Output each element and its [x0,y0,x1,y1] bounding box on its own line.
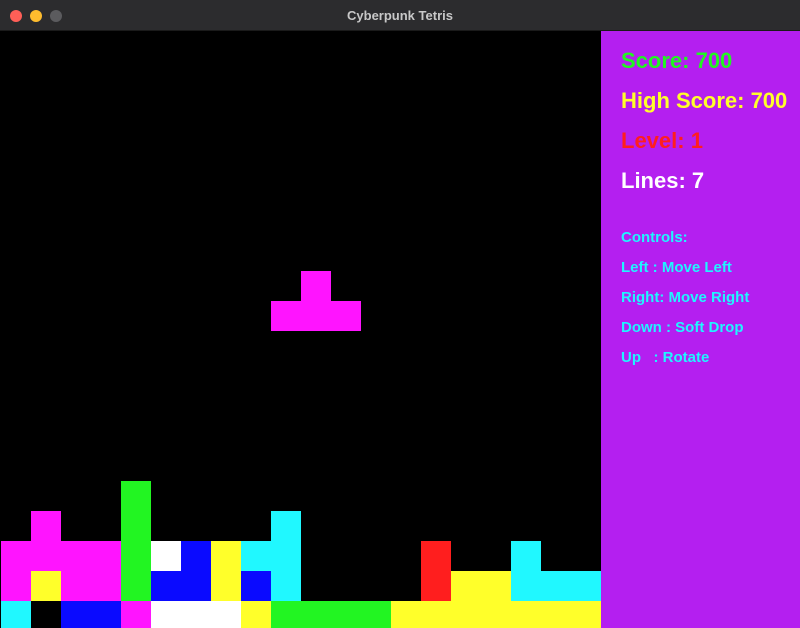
locked-block [121,541,151,571]
locked-block [301,601,331,628]
locked-block [91,571,121,601]
locked-block [211,541,241,571]
locked-block [121,571,151,601]
locked-block [121,511,151,541]
control-item-down: Down : Soft Drop [621,319,744,336]
locked-block [31,571,61,601]
locked-block [271,541,301,571]
locked-block [511,541,541,571]
locked-block [421,541,451,571]
locked-block [541,571,571,601]
locked-block [1,571,31,601]
active-piece-block [301,271,331,301]
locked-block [241,541,271,571]
locked-block [481,601,511,628]
score-label: Score: 700 [621,48,733,73]
game-window: Cyberpunk Tetris Score: 700 High Score: … [0,0,800,628]
control-item-up: Up : Rotate [621,349,710,366]
locked-block [211,571,241,601]
locked-block [451,571,481,601]
locked-block [451,601,481,628]
locked-block [541,601,571,628]
locked-block [91,601,121,628]
locked-block [511,571,541,601]
locked-block [241,601,271,628]
window-title: Cyberpunk Tetris [347,8,453,23]
locked-block [571,571,601,601]
locked-block [271,511,301,541]
active-piece-block [271,301,301,331]
locked-block [31,541,61,571]
control-item-right: Right: Move Right [621,289,750,306]
locked-block [61,571,91,601]
locked-block [31,511,61,541]
locked-block [481,571,511,601]
locked-block [181,601,211,628]
locked-block [391,601,421,628]
locked-block [61,541,91,571]
high-score-label: High Score: 700 [621,88,788,113]
control-item-left: Left : Move Left [621,259,732,276]
locked-block [121,601,151,628]
locked-block [61,601,91,628]
locked-block [1,601,31,628]
locked-block [331,601,361,628]
locked-block [271,601,301,628]
locked-block [421,601,451,628]
locked-block [241,571,271,601]
locked-block [151,571,181,601]
active-piece-block [301,301,331,331]
lines-label: Lines: 7 [621,168,705,193]
controls-heading: Controls: [621,229,688,246]
locked-block [181,541,211,571]
locked-block [1,541,31,571]
title-bar: Cyberpunk Tetris [0,0,800,31]
locked-block [571,601,601,628]
locked-block [271,571,301,601]
info-panel: Score: 700 High Score: 700 Level: 1 Line… [601,31,800,628]
locked-block [121,481,151,511]
locked-block [511,601,541,628]
locked-block [211,601,241,628]
locked-block [361,601,391,628]
level-label: Level: 1 [621,128,703,153]
locked-block [91,541,121,571]
locked-block [181,571,211,601]
locked-block [151,541,181,571]
game-board[interactable] [1,31,601,628]
active-piece-block [331,301,361,331]
locked-block [151,601,181,628]
locked-block [421,571,451,601]
